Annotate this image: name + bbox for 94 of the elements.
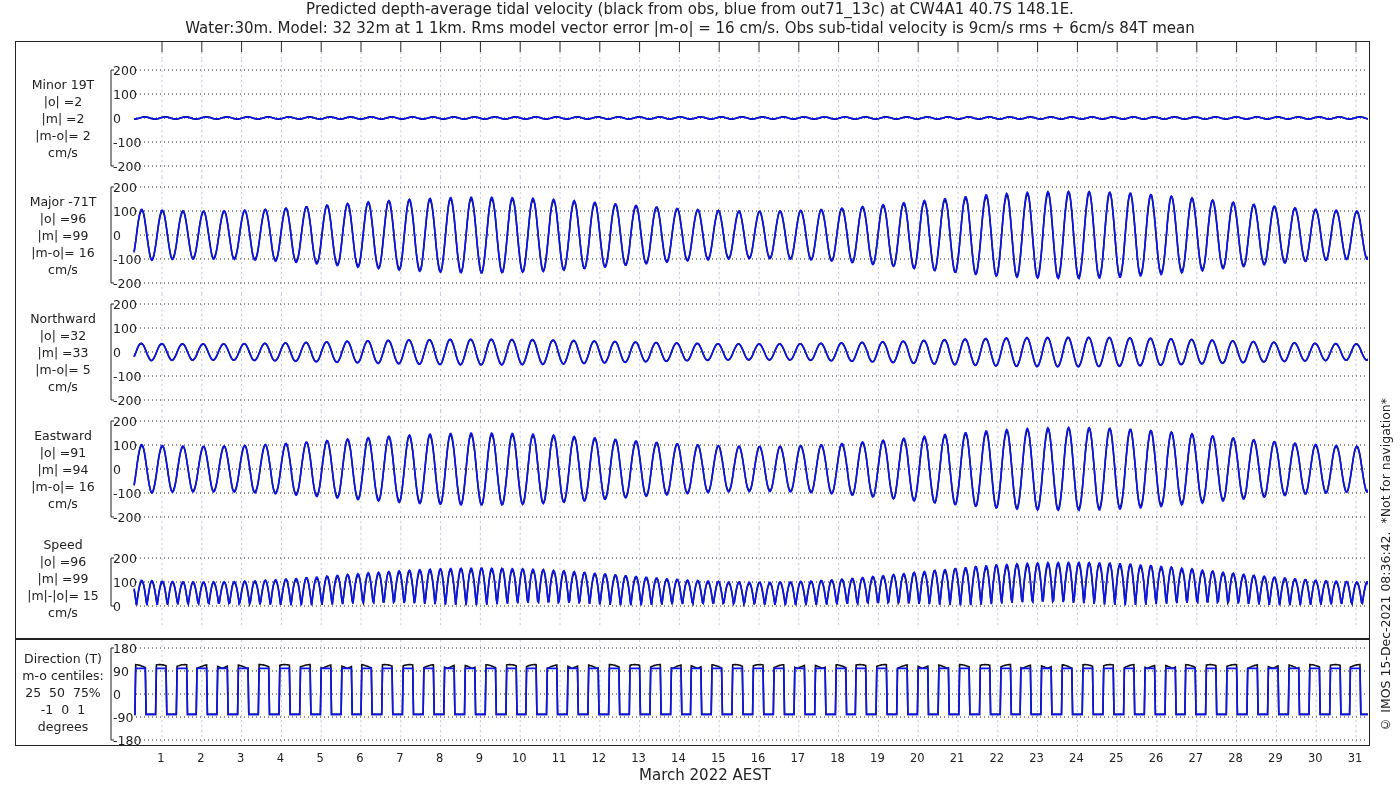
panel-label: |m-o|= 2 [35,127,91,144]
x-tick-label: 28 [1228,751,1243,765]
x-tick-label: 8 [435,751,444,765]
x-tick-label: 3 [236,751,245,765]
y-tick-label: -100 [113,134,142,150]
x-tick-label: 9 [475,751,484,765]
y-tick-label: 200 [113,179,137,195]
y-tick-label: 200 [113,413,137,429]
credit-text: © IMOS 15-Dec-2021 08:36:42. *Not for navigation* [1377,398,1393,732]
y-tick-label: 90 [113,663,129,679]
x-tick-label: 11 [551,751,567,765]
x-tick-label: 5 [316,751,324,765]
x-tick-label: 26 [1148,751,1164,765]
y-tick-label: 200 [113,550,137,566]
panel-label: |o| =32 [39,327,87,344]
x-tick-label: 17 [790,751,806,765]
x-tick-label: 6 [356,751,364,765]
x-tick-label: 25 [1108,751,1124,765]
y-tick-label: -200 [113,275,142,291]
x-tick-label: 16 [750,751,766,765]
panel-label: m-o centiles: [22,667,104,684]
x-tick-label: 15 [710,751,726,765]
x-tick-label: 10 [511,751,527,765]
panel-label: Major -71T [29,193,97,210]
y-axis-line [110,557,115,607]
y-tick-label: 200 [113,62,137,78]
panel-label: cm/s [48,261,78,278]
panel-label: Eastward [34,427,92,444]
x-tick-label: 31 [1347,751,1363,765]
y-tick-label: 180 [113,640,137,656]
chart-title: Predicted depth-average tidal velocity (black from obs, blue from out71_13c) at CW4A1 40.7S 148.1E. [306,0,1074,19]
y-tick-label: -90 [113,709,134,725]
x-tick-label: 1 [157,751,165,765]
panel-label: |o| =91 [39,444,87,461]
panel-label: |m-o|= 16 [31,478,95,495]
x-tick-label: 13 [631,751,646,765]
y-tick-label: 0 [113,686,121,702]
y-tick-label: 0 [113,344,121,360]
panel-label: |m| =33 [37,344,89,361]
y-tick-label: 100 [113,437,137,453]
y-tick-label: -100 [113,485,142,501]
panel-label: |m-o|= 5 [35,361,91,378]
panel-label: 25 50 75% [25,684,101,701]
panel-label: |m| =99 [37,227,89,244]
panel-label: cm/s [48,603,78,621]
y-tick-label: 200 [113,296,137,312]
panel-label: |m| =94 [37,461,89,478]
panel-label: |m| =2 [41,110,85,127]
y-tick-label: -200 [113,392,142,408]
panel-label: Minor 19T [31,76,95,93]
x-tick-label: 18 [830,751,845,765]
y-tick-label: -200 [113,158,142,174]
y-tick-label: 100 [113,320,137,336]
y-tick-label: 100 [113,574,137,590]
x-tick-label: 2 [197,751,205,765]
y-tick-label: -100 [113,368,142,384]
panel-label: |m-o|= 16 [31,244,95,261]
x-tick-label: 4 [276,751,285,765]
panel-label: -1 0 1 [40,701,86,718]
y-tick-label: -100 [113,251,142,267]
y-tick-label: 0 [113,461,121,477]
panel-label: |o| =96 [39,552,87,570]
panel-label: degrees [37,718,89,735]
y-tick-label: 0 [113,110,121,126]
x-tick-label: 27 [1188,751,1204,765]
x-tick-label: 7 [396,751,404,765]
x-tick-label: 24 [1069,751,1084,765]
x-tick-label: 12 [591,751,607,765]
panel-label: |o| =2 [43,93,83,110]
x-tick-label: 21 [949,751,965,765]
y-tick-label: -200 [113,509,142,525]
x-tick-label: 20 [909,751,925,765]
y-tick-label: -180 [113,732,142,745]
x-tick-label: 30 [1307,751,1323,765]
x-axis-label: March 2022 AEST [639,766,771,784]
panel-label: cm/s [48,144,78,161]
y-tick-label: 0 [113,598,121,614]
chart-title: Water:30m. Model: 32 32m at 1 1km. Rms model vector error |m-o| = 16 cm/s. Obs sub-tidal velocity is 9cm/s rms + 6cm/s 84T mean [185,19,1195,38]
x-tick-label: 23 [1029,751,1044,765]
panel-label: |m| =99 [37,569,89,587]
x-tick-label: 19 [870,751,885,765]
panel-label: cm/s [48,495,78,512]
y-tick-label: 100 [113,203,137,219]
panel-label: |m|-|o|= 15 [27,586,99,604]
x-tick-label: 22 [989,751,1005,765]
x-tick-label: 29 [1268,751,1283,765]
panel-label: Speed [43,535,83,553]
panel-label: Direction (T) [24,650,102,667]
y-tick-label: 100 [113,86,137,102]
y-tick-label: 0 [113,227,121,243]
panel-label: Northward [30,310,96,327]
panel-label: |o| =96 [39,210,87,227]
panel-label: cm/s [48,378,78,395]
x-tick-label: 14 [671,751,686,765]
